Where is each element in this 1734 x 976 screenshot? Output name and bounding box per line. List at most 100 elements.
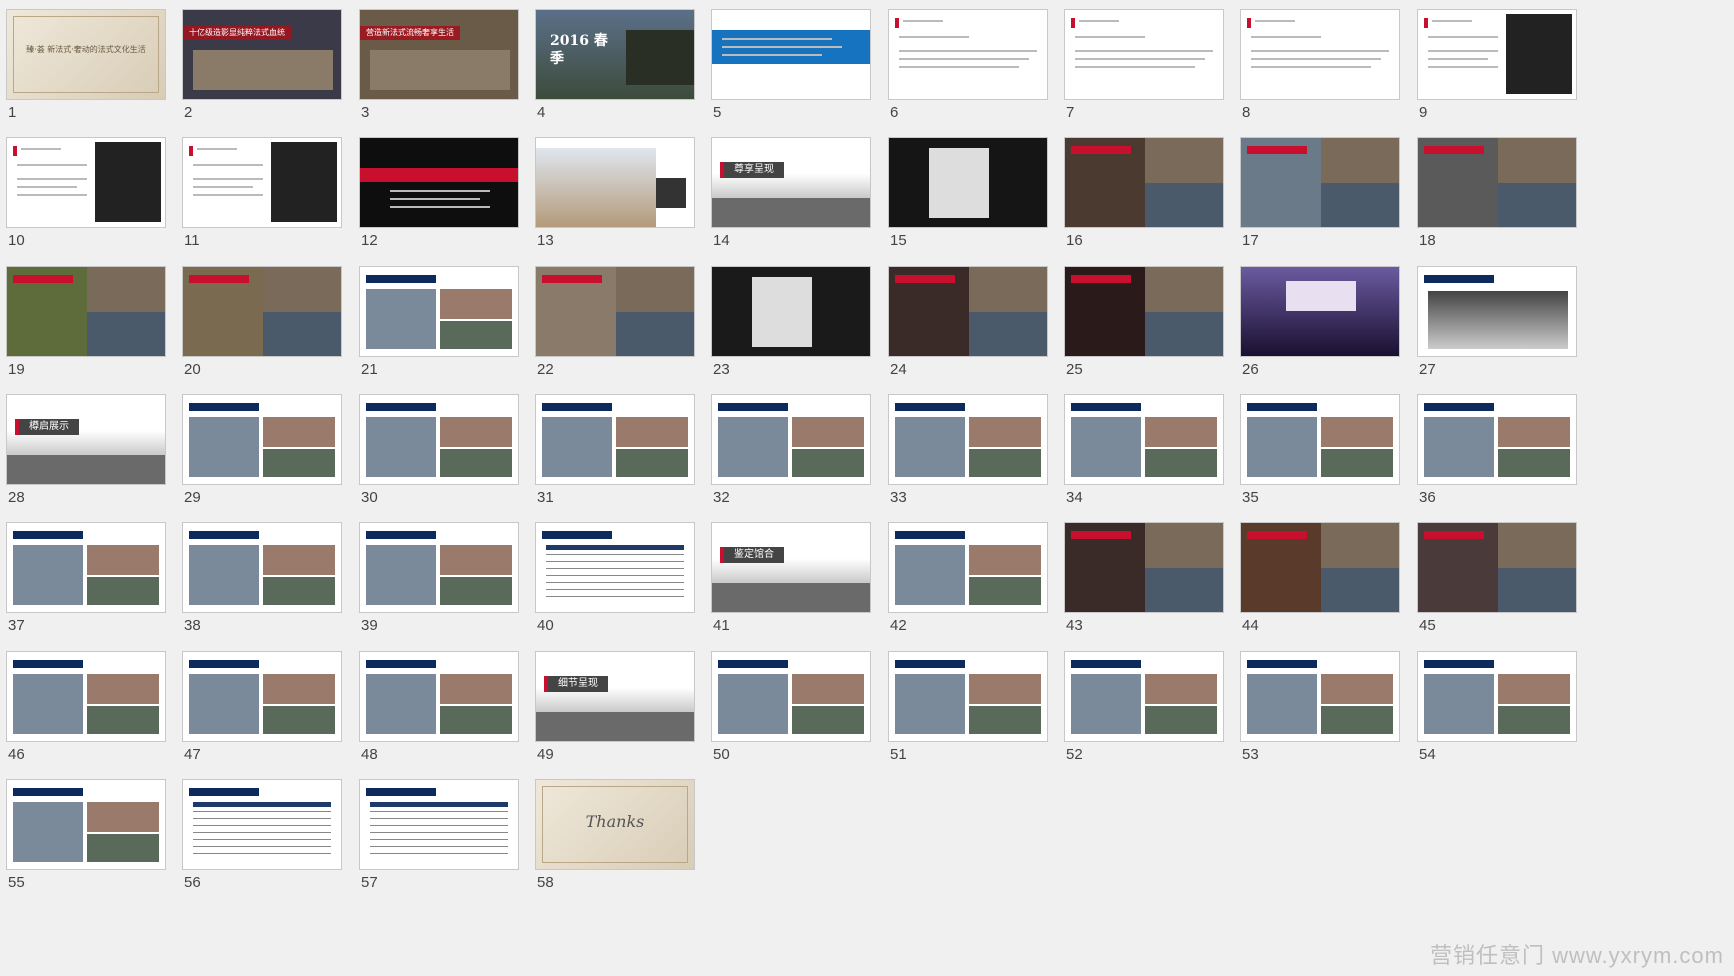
slide-thumbnail[interactable] <box>1417 266 1577 357</box>
thumb-photo <box>895 674 965 734</box>
slide-thumbnail[interactable] <box>711 394 871 485</box>
slide-thumbnail[interactable] <box>1240 394 1400 485</box>
slide-thumbnail[interactable] <box>1417 522 1577 613</box>
slide-thumbnail[interactable] <box>6 651 166 742</box>
slide-thumbnail[interactable] <box>888 266 1048 357</box>
thumb-photo <box>546 554 684 555</box>
thumb-photo <box>1247 674 1317 734</box>
slide-thumbnail[interactable] <box>1417 137 1577 228</box>
slide-thumbnail[interactable] <box>888 522 1048 613</box>
slide-thumbnail[interactable] <box>1240 266 1400 357</box>
title-bar <box>1424 403 1494 411</box>
thumb-photo <box>193 853 331 854</box>
slide-thumbnail[interactable] <box>6 779 166 870</box>
slide-number: 48 <box>361 746 378 763</box>
thumb-photo <box>969 267 1047 312</box>
slide-thumbnail[interactable] <box>6 137 166 228</box>
slide-thumbnail[interactable] <box>888 9 1048 100</box>
slide-title: 2016 春季 <box>550 33 608 67</box>
thumb-photo <box>440 449 512 477</box>
slide-thumbnail[interactable] <box>1240 522 1400 613</box>
thumb-photo <box>616 417 688 447</box>
slide-thumbnail[interactable] <box>1240 137 1400 228</box>
slide-thumbnail[interactable]: 臻·荟 新法式·奢动的法式文化生活 <box>6 9 166 100</box>
slide-thumbnail[interactable] <box>6 522 166 613</box>
slide-number: 26 <box>1242 361 1259 378</box>
slide-thumbnail[interactable]: 细节呈现 <box>535 651 695 742</box>
slide-thumbnail[interactable] <box>1064 394 1224 485</box>
slide-thumbnail[interactable] <box>1240 9 1400 100</box>
text-line <box>1251 66 1371 68</box>
slide-thumbnail[interactable] <box>6 266 166 357</box>
slide-thumbnail[interactable] <box>535 137 695 228</box>
slide-thumbnail[interactable] <box>888 394 1048 485</box>
slide-thumbnail[interactable] <box>711 9 871 100</box>
thumb-photo <box>969 417 1041 447</box>
slide-thumbnail[interactable] <box>359 394 519 485</box>
thumb-photo <box>1145 674 1217 704</box>
title-bar <box>13 531 83 539</box>
slide-number: 34 <box>1066 489 1083 506</box>
thumb-photo <box>440 417 512 447</box>
slide-thumbnail[interactable] <box>359 651 519 742</box>
thumb-photo <box>370 832 508 833</box>
text-line <box>722 38 832 40</box>
slide-thumbnail[interactable]: 尊享呈现 <box>711 137 871 228</box>
slide-thumbnail[interactable] <box>535 394 695 485</box>
slide-thumbnail[interactable] <box>359 137 519 228</box>
slide-thumbnail[interactable]: 樽启展示 <box>6 394 166 485</box>
slide-thumbnail[interactable] <box>888 137 1048 228</box>
slide-thumbnail[interactable] <box>182 779 342 870</box>
slide-thumbnail[interactable] <box>359 266 519 357</box>
slide-thumbnail[interactable] <box>1064 651 1224 742</box>
slide-thumbnail[interactable] <box>535 266 695 357</box>
slide-thumbnail[interactable]: Thanks <box>535 779 695 870</box>
slide-thumbnail[interactable] <box>888 651 1048 742</box>
text-line <box>899 50 1037 52</box>
slide-thumbnail[interactable] <box>1417 394 1577 485</box>
slide-thumbnail[interactable]: 十亿级造影显纯粹法式血统 <box>182 9 342 100</box>
slide-thumbnail[interactable] <box>711 651 871 742</box>
slide-thumbnail[interactable] <box>182 522 342 613</box>
slide-number: 51 <box>890 746 907 763</box>
slide-number: 13 <box>537 232 554 249</box>
slide-thumbnail[interactable] <box>1064 9 1224 100</box>
slide-thumbnail[interactable] <box>1417 651 1577 742</box>
text-line <box>390 198 480 200</box>
text-line <box>1428 58 1488 60</box>
title-bar <box>895 275 955 283</box>
slide-number: 25 <box>1066 361 1083 378</box>
slide-thumbnail[interactable] <box>1417 9 1577 100</box>
slide-thumbnail[interactable] <box>359 522 519 613</box>
section-title: 鉴定馆合 <box>720 547 784 563</box>
thumb-photo <box>263 417 335 447</box>
slide-thumbnail[interactable] <box>535 522 695 613</box>
title-bar <box>542 275 602 283</box>
slide-thumbnail[interactable] <box>182 266 342 357</box>
slide-number: 7 <box>1066 104 1075 121</box>
thumb-photo <box>546 575 684 576</box>
slide-thumbnail[interactable] <box>1240 651 1400 742</box>
slide-number: 41 <box>713 617 730 634</box>
slide-thumbnail[interactable]: 营造新法式流畅奢享生活 <box>359 9 519 100</box>
thumb-photo <box>889 138 1047 150</box>
slide-thumbnail[interactable] <box>359 779 519 870</box>
slide-thumbnail[interactable] <box>182 137 342 228</box>
thumb-photo <box>189 674 259 734</box>
slide-thumbnail[interactable]: 鉴定馆合 <box>711 522 871 613</box>
thumb-photo <box>271 142 337 222</box>
slide-thumbnail[interactable] <box>1064 522 1224 613</box>
title-bar <box>366 531 436 539</box>
title-bar <box>189 403 259 411</box>
slide-thumbnail[interactable] <box>711 266 871 357</box>
slide-thumbnail[interactable] <box>182 394 342 485</box>
slide-number: 17 <box>1242 232 1259 249</box>
slide-thumbnail[interactable] <box>182 651 342 742</box>
thumb-photo <box>87 834 159 862</box>
text-line <box>21 148 61 150</box>
title-bar <box>1247 146 1307 154</box>
slide-thumbnail[interactable] <box>1064 137 1224 228</box>
thumb-photo <box>616 449 688 477</box>
slide-thumbnail[interactable] <box>1064 266 1224 357</box>
slide-thumbnail[interactable]: 2016 春季 <box>535 9 695 100</box>
